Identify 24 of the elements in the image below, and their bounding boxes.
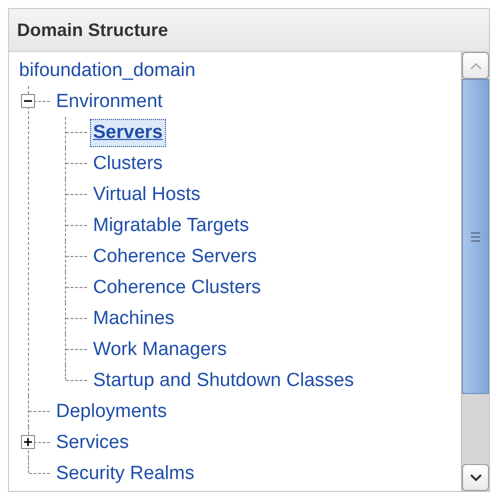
tree-node-link[interactable]: Virtual Hosts (90, 180, 204, 208)
tree-node-link[interactable]: Environment (53, 88, 166, 116)
chevron-up-icon (470, 62, 482, 70)
scrollbar[interactable] (461, 52, 489, 491)
tree-node-link[interactable]: Startup and Shutdown Classes (90, 366, 357, 394)
panel-title: Domain Structure (17, 20, 168, 40)
scroll-down-button[interactable] (462, 464, 489, 491)
tree-node-link[interactable]: Services (53, 428, 132, 456)
tree-node-link[interactable]: Coherence Servers (90, 242, 260, 270)
scroll-up-button[interactable] (462, 52, 489, 79)
tree-node-link[interactable]: Clusters (90, 150, 166, 178)
tree-node-link[interactable]: Deployments (53, 398, 170, 426)
tree-node-link[interactable]: Servers (90, 118, 166, 146)
chevron-down-icon (470, 474, 482, 482)
expand-toggle[interactable] (21, 435, 35, 449)
tree-node-link[interactable]: bifoundation_domain (16, 56, 198, 84)
collapse-toggle[interactable] (21, 94, 35, 108)
tree-node-link[interactable]: Security Realms (53, 460, 198, 488)
tree-node-link[interactable]: Migratable Targets (90, 212, 252, 240)
scroll-thumb[interactable] (462, 79, 489, 394)
tree-node-link[interactable]: Work Managers (90, 336, 230, 364)
grip-icon (471, 232, 480, 242)
tree-node-link[interactable]: Coherence Clusters (90, 274, 264, 302)
tree-node-link[interactable]: Machines (90, 304, 178, 332)
